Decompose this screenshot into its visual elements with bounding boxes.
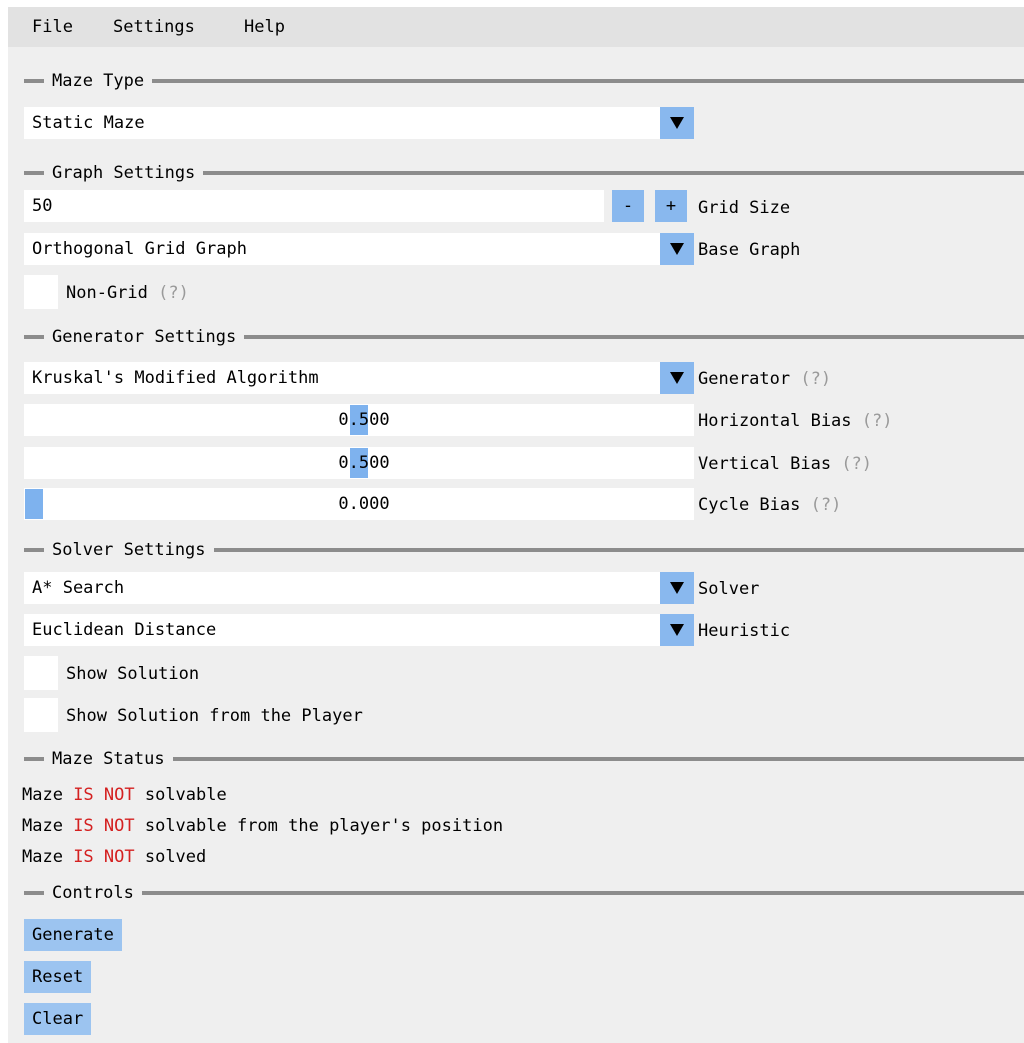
- menu-file[interactable]: File: [32, 17, 73, 37]
- menu-settings[interactable]: Settings: [113, 17, 195, 37]
- maze-type-dropdown[interactable]: Static Maze: [24, 107, 694, 139]
- section-controls: Controls: [24, 883, 1024, 903]
- base-graph-dropdown[interactable]: Orthogonal Grid Graph: [24, 233, 694, 265]
- section-title: Graph Settings: [52, 163, 196, 183]
- grid-size-increment-button[interactable]: +: [655, 190, 687, 222]
- triangle-down-icon[interactable]: [660, 107, 694, 139]
- show-solution-from-player-label: Show Solution from the Player: [66, 706, 363, 726]
- show-solution-label: Show Solution: [66, 664, 200, 684]
- dropdown-value: A* Search: [32, 578, 125, 598]
- triangle-down-icon[interactable]: [660, 362, 694, 394]
- non-grid-checkbox[interactable]: [24, 275, 58, 309]
- section-maze-status: Maze Status: [24, 749, 1024, 769]
- slider-value: 0.000: [338, 494, 390, 514]
- vertical-bias-label: Vertical Bias (?): [698, 454, 873, 474]
- vertical-bias-slider[interactable]: 0.500: [24, 447, 694, 479]
- help-hint[interactable]: (?): [841, 454, 872, 474]
- section-graph-settings: Graph Settings: [24, 163, 1024, 183]
- slider-value: 0.500: [338, 410, 390, 430]
- status-solvable: Maze IS NOT solvable: [22, 785, 227, 805]
- help-hint[interactable]: (?): [811, 495, 842, 515]
- help-hint[interactable]: (?): [800, 369, 831, 389]
- section-title: Maze Status: [52, 749, 165, 769]
- generator-dropdown[interactable]: Kruskal's Modified Algorithm: [24, 362, 694, 394]
- status-flag: IS NOT: [73, 785, 135, 805]
- non-grid-label: Non-Grid (?): [66, 283, 189, 303]
- solver-dropdown[interactable]: A* Search: [24, 572, 694, 604]
- section-title: Controls: [52, 883, 134, 903]
- reset-button[interactable]: Reset: [24, 961, 92, 993]
- solver-label: Solver: [698, 579, 760, 599]
- horizontal-bias-label: Horizontal Bias (?): [698, 411, 893, 431]
- heuristic-dropdown[interactable]: Euclidean Distance: [24, 614, 694, 646]
- dropdown-value: Kruskal's Modified Algorithm: [32, 368, 319, 388]
- menu-help[interactable]: Help: [244, 17, 285, 37]
- help-hint[interactable]: (?): [158, 283, 189, 303]
- help-hint[interactable]: (?): [862, 411, 893, 431]
- grid-size-value: 50: [32, 196, 53, 216]
- show-solution-from-player-checkbox[interactable]: [24, 698, 58, 732]
- section-title: Solver Settings: [52, 540, 206, 560]
- grid-size-label: Grid Size: [698, 198, 791, 218]
- clear-button[interactable]: Clear: [24, 1003, 92, 1035]
- cycle-bias-slider[interactable]: 0.000: [24, 488, 694, 520]
- dropdown-value: Euclidean Distance: [32, 620, 217, 640]
- base-graph-label: Base Graph: [698, 240, 801, 260]
- show-solution-checkbox[interactable]: [24, 656, 58, 690]
- triangle-down-icon[interactable]: [660, 614, 694, 646]
- status-solved: Maze IS NOT solved: [22, 847, 207, 867]
- section-title: Generator Settings: [52, 327, 237, 347]
- section-maze-type: Maze Type: [24, 71, 1024, 91]
- slider-value: 0.500: [338, 453, 390, 473]
- heuristic-label: Heuristic: [698, 621, 791, 641]
- dropdown-value: Static Maze: [32, 113, 145, 133]
- grid-size-input[interactable]: 50: [24, 190, 604, 222]
- section-solver-settings: Solver Settings: [24, 540, 1024, 560]
- generate-button[interactable]: Generate: [24, 919, 122, 951]
- section-title: Maze Type: [52, 71, 145, 91]
- dropdown-value: Orthogonal Grid Graph: [32, 239, 247, 259]
- triangle-down-icon[interactable]: [660, 233, 694, 265]
- grid-size-decrement-button[interactable]: -: [612, 190, 644, 222]
- menu-bar: File Settings Help: [8, 7, 1024, 47]
- maze-settings-window: File Settings Help Maze Type Static Maze…: [8, 7, 1024, 1043]
- horizontal-bias-slider[interactable]: 0.500: [24, 404, 694, 436]
- cycle-bias-label: Cycle Bias (?): [698, 495, 842, 515]
- status-flag: IS NOT: [73, 816, 135, 836]
- triangle-down-icon[interactable]: [660, 572, 694, 604]
- status-flag: IS NOT: [73, 847, 135, 867]
- section-generator-settings: Generator Settings: [24, 327, 1024, 347]
- generator-label: Generator (?): [698, 369, 832, 389]
- status-solvable-from-player: Maze IS NOT solvable from the player's p…: [22, 816, 504, 836]
